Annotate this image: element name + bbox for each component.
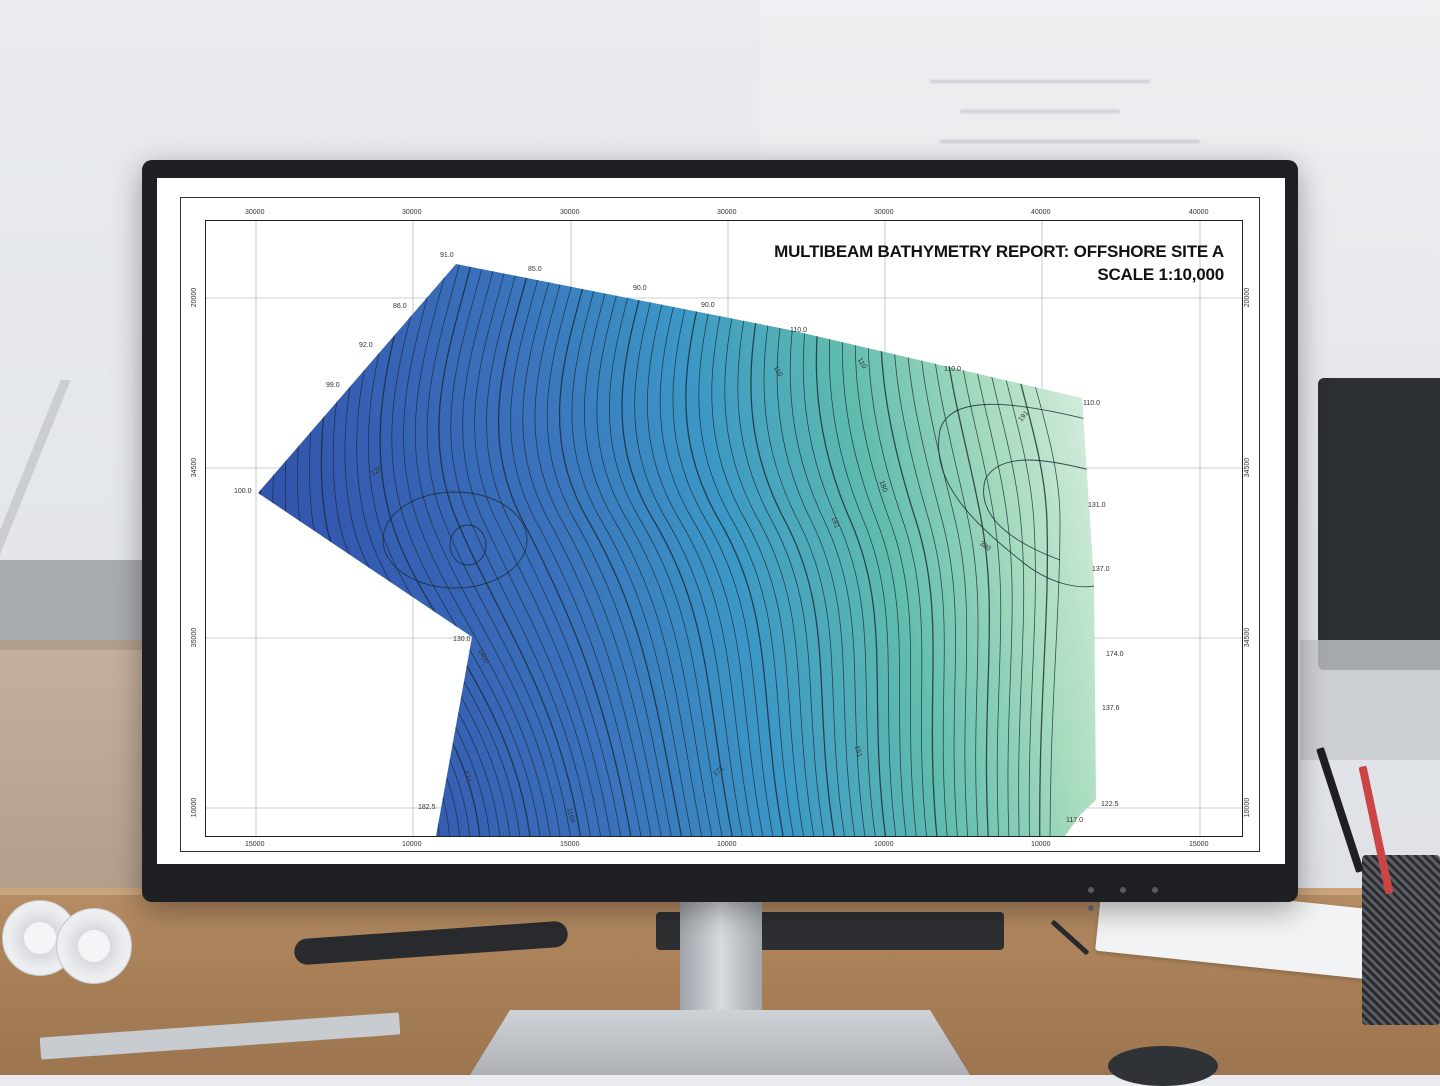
grid-label-top: 30000 bbox=[245, 209, 265, 216]
grid-label-right: 20000 bbox=[1244, 287, 1252, 308]
grid-label-bottom: 15000 bbox=[245, 841, 265, 848]
depth-label: 137.6 bbox=[1102, 705, 1120, 712]
depth-label: 85.0 bbox=[528, 266, 542, 273]
grid-label-right: 10000 bbox=[1244, 797, 1252, 818]
map-frame bbox=[205, 220, 1243, 837]
grid-label-top: 30000 bbox=[560, 209, 580, 216]
depth-label: 137.0 bbox=[1092, 566, 1110, 573]
depth-label: 174.0 bbox=[1106, 651, 1124, 658]
grid-label-bottom: 15000 bbox=[1189, 841, 1209, 848]
depth-label: 91.0 bbox=[440, 252, 454, 259]
report-title-block: MULTIBEAM BATHYMETRY REPORT: OFFSHORE SI… bbox=[774, 240, 1224, 286]
depth-label: 131.0 bbox=[1088, 502, 1106, 509]
grid-label-left: 10000 bbox=[191, 797, 199, 818]
grid-label-bottom: 10000 bbox=[1031, 841, 1051, 848]
depth-label: 130.0 bbox=[453, 636, 471, 643]
report-scale: SCALE 1:10,000 bbox=[1097, 265, 1224, 284]
grid-label-top: 30000 bbox=[402, 209, 422, 216]
grid-label-right: 34500 bbox=[1244, 627, 1252, 648]
depth-label: 99.0 bbox=[326, 382, 340, 389]
depth-label: 90.0 bbox=[701, 302, 715, 309]
grid-label-bottom: 15000 bbox=[560, 841, 580, 848]
depth-label: 110.0 bbox=[790, 327, 807, 334]
grid-label-bottom: 10000 bbox=[717, 841, 737, 848]
depth-label: 86.0 bbox=[393, 303, 407, 310]
grid-label-top: 30000 bbox=[717, 209, 737, 216]
grid-label-bottom: 10000 bbox=[874, 841, 894, 848]
grid-label-left: 34500 bbox=[191, 457, 199, 478]
depth-label: 92.0 bbox=[359, 342, 373, 349]
depth-label: 110.0 bbox=[1083, 400, 1100, 407]
grid-label-left: 35000 bbox=[191, 627, 199, 648]
depth-label: 110.0 bbox=[944, 366, 961, 373]
grid-label-top: 40000 bbox=[1031, 209, 1051, 216]
grid-label-bottom: 10000 bbox=[402, 841, 422, 848]
depth-label: 122.5 bbox=[1101, 801, 1119, 808]
depth-label: 90.0 bbox=[633, 285, 647, 292]
depth-label: 182.5 bbox=[418, 804, 436, 811]
grid-label-right: 34500 bbox=[1244, 457, 1252, 478]
grid-label-top: 40000 bbox=[1189, 209, 1209, 216]
depth-label: 100.0 bbox=[234, 488, 252, 495]
depth-label: 117.0 bbox=[1066, 817, 1083, 824]
grid-label-top: 30000 bbox=[874, 209, 894, 216]
grid-label-left: 20000 bbox=[191, 287, 199, 308]
report-title: MULTIBEAM BATHYMETRY REPORT: OFFSHORE SI… bbox=[774, 242, 1224, 261]
